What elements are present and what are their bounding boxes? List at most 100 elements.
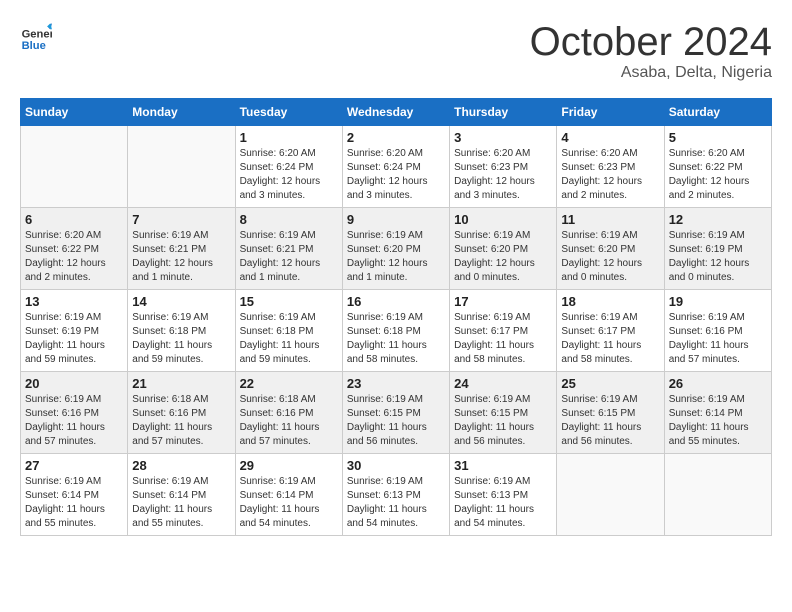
day-info: Sunrise: 6:20 AM Sunset: 6:24 PM Dayligh…	[240, 147, 338, 203]
day-info: Sunrise: 6:19 AM Sunset: 6:20 PM Dayligh…	[561, 229, 659, 285]
day-number: 10	[454, 212, 552, 227]
calendar-cell: 20 Sunrise: 6:19 AM Sunset: 6:16 PM Dayli…	[21, 372, 128, 454]
day-number: 1	[240, 130, 338, 145]
day-info: Sunrise: 6:19 AM Sunset: 6:17 PM Dayligh…	[454, 311, 552, 367]
day-number: 3	[454, 130, 552, 145]
calendar-cell: 22 Sunrise: 6:18 AM Sunset: 6:16 PM Dayli…	[235, 372, 342, 454]
calendar-cell: 7 Sunrise: 6:19 AM Sunset: 6:21 PM Daylig…	[128, 208, 235, 290]
calendar-week-row: 20 Sunrise: 6:19 AM Sunset: 6:16 PM Dayli…	[21, 372, 772, 454]
day-number: 18	[561, 294, 659, 309]
weekday-header-thursday: Thursday	[450, 99, 557, 126]
calendar-cell: 4 Sunrise: 6:20 AM Sunset: 6:23 PM Daylig…	[557, 126, 664, 208]
day-info: Sunrise: 6:20 AM Sunset: 6:23 PM Dayligh…	[454, 147, 552, 203]
calendar-cell: 9 Sunrise: 6:19 AM Sunset: 6:20 PM Daylig…	[342, 208, 449, 290]
day-number: 20	[25, 376, 123, 391]
calendar-cell: 18 Sunrise: 6:19 AM Sunset: 6:17 PM Dayli…	[557, 290, 664, 372]
calendar-cell: 10 Sunrise: 6:19 AM Sunset: 6:20 PM Dayli…	[450, 208, 557, 290]
calendar-cell: 1 Sunrise: 6:20 AM Sunset: 6:24 PM Daylig…	[235, 126, 342, 208]
day-info: Sunrise: 6:19 AM Sunset: 6:19 PM Dayligh…	[669, 229, 767, 285]
day-number: 21	[132, 376, 230, 391]
svg-text:General: General	[22, 29, 52, 41]
day-info: Sunrise: 6:19 AM Sunset: 6:18 PM Dayligh…	[240, 311, 338, 367]
calendar-cell: 26 Sunrise: 6:19 AM Sunset: 6:14 PM Dayli…	[664, 372, 771, 454]
day-info: Sunrise: 6:20 AM Sunset: 6:22 PM Dayligh…	[25, 229, 123, 285]
day-number: 23	[347, 376, 445, 391]
day-info: Sunrise: 6:19 AM Sunset: 6:17 PM Dayligh…	[561, 311, 659, 367]
logo-icon: General Blue	[20, 20, 52, 52]
title-block: October 2024 Asaba, Delta, Nigeria	[530, 20, 772, 82]
day-number: 11	[561, 212, 659, 227]
calendar-cell: 8Sunrise: 6:19 AM Sunset: 6:21 PM Daylig…	[235, 208, 342, 290]
day-number: 9	[347, 212, 445, 227]
day-info: Sunrise: 6:18 AM Sunset: 6:16 PM Dayligh…	[240, 393, 338, 449]
day-info: Sunrise: 6:19 AM Sunset: 6:14 PM Dayligh…	[132, 475, 230, 531]
weekday-header-monday: Monday	[128, 99, 235, 126]
day-number: 28	[132, 458, 230, 473]
calendar-cell: 15Sunrise: 6:19 AM Sunset: 6:18 PM Dayli…	[235, 290, 342, 372]
calendar-week-row: 1 Sunrise: 6:20 AM Sunset: 6:24 PM Daylig…	[21, 126, 772, 208]
location-title: Asaba, Delta, Nigeria	[530, 64, 772, 82]
day-number: 26	[669, 376, 767, 391]
weekday-header-saturday: Saturday	[664, 99, 771, 126]
day-info: Sunrise: 6:19 AM Sunset: 6:18 PM Dayligh…	[347, 311, 445, 367]
weekday-header-row: SundayMondayTuesdayWednesdayThursdayFrid…	[21, 99, 772, 126]
calendar-cell: 5Sunrise: 6:20 AM Sunset: 6:22 PM Daylig…	[664, 126, 771, 208]
day-number: 2	[347, 130, 445, 145]
calendar-cell: 11 Sunrise: 6:19 AM Sunset: 6:20 PM Dayli…	[557, 208, 664, 290]
day-number: 17	[454, 294, 552, 309]
day-info: Sunrise: 6:19 AM Sunset: 6:20 PM Dayligh…	[454, 229, 552, 285]
day-number: 7	[132, 212, 230, 227]
calendar-cell	[21, 126, 128, 208]
day-info: Sunrise: 6:19 AM Sunset: 6:20 PM Dayligh…	[347, 229, 445, 285]
calendar-cell: 23Sunrise: 6:19 AM Sunset: 6:15 PM Dayli…	[342, 372, 449, 454]
day-number: 31	[454, 458, 552, 473]
day-info: Sunrise: 6:19 AM Sunset: 6:16 PM Dayligh…	[25, 393, 123, 449]
weekday-header-wednesday: Wednesday	[342, 99, 449, 126]
day-info: Sunrise: 6:19 AM Sunset: 6:16 PM Dayligh…	[669, 311, 767, 367]
calendar-cell: 27Sunrise: 6:19 AM Sunset: 6:14 PM Dayli…	[21, 454, 128, 536]
page-header: General Blue October 2024 Asaba, Delta, …	[20, 20, 772, 82]
day-info: Sunrise: 6:19 AM Sunset: 6:13 PM Dayligh…	[347, 475, 445, 531]
day-info: Sunrise: 6:19 AM Sunset: 6:21 PM Dayligh…	[132, 229, 230, 285]
day-info: Sunrise: 6:19 AM Sunset: 6:19 PM Dayligh…	[25, 311, 123, 367]
day-info: Sunrise: 6:20 AM Sunset: 6:23 PM Dayligh…	[561, 147, 659, 203]
day-number: 4	[561, 130, 659, 145]
day-info: Sunrise: 6:19 AM Sunset: 6:14 PM Dayligh…	[25, 475, 123, 531]
calendar-cell: 12Sunrise: 6:19 AM Sunset: 6:19 PM Dayli…	[664, 208, 771, 290]
calendar-cell	[128, 126, 235, 208]
day-info: Sunrise: 6:19 AM Sunset: 6:14 PM Dayligh…	[669, 393, 767, 449]
day-number: 13	[25, 294, 123, 309]
calendar-cell: 30 Sunrise: 6:19 AM Sunset: 6:13 PM Dayli…	[342, 454, 449, 536]
day-info: Sunrise: 6:19 AM Sunset: 6:15 PM Dayligh…	[454, 393, 552, 449]
calendar-cell: 19Sunrise: 6:19 AM Sunset: 6:16 PM Dayli…	[664, 290, 771, 372]
calendar-cell: 6 Sunrise: 6:20 AM Sunset: 6:22 PM Daylig…	[21, 208, 128, 290]
calendar-cell: 28 Sunrise: 6:19 AM Sunset: 6:14 PM Dayli…	[128, 454, 235, 536]
calendar-cell: 31 Sunrise: 6:19 AM Sunset: 6:13 PM Dayli…	[450, 454, 557, 536]
weekday-header-sunday: Sunday	[21, 99, 128, 126]
weekday-header-friday: Friday	[557, 99, 664, 126]
day-number: 25	[561, 376, 659, 391]
calendar-cell: 13 Sunrise: 6:19 AM Sunset: 6:19 PM Dayli…	[21, 290, 128, 372]
day-number: 30	[347, 458, 445, 473]
calendar-cell: 16Sunrise: 6:19 AM Sunset: 6:18 PM Dayli…	[342, 290, 449, 372]
calendar-cell: 21 Sunrise: 6:18 AM Sunset: 6:16 PM Dayli…	[128, 372, 235, 454]
day-info: Sunrise: 6:20 AM Sunset: 6:24 PM Dayligh…	[347, 147, 445, 203]
calendar-cell: 3 Sunrise: 6:20 AM Sunset: 6:23 PM Daylig…	[450, 126, 557, 208]
calendar-cell: 14 Sunrise: 6:19 AM Sunset: 6:18 PM Dayli…	[128, 290, 235, 372]
calendar-cell	[664, 454, 771, 536]
day-info: Sunrise: 6:19 AM Sunset: 6:18 PM Dayligh…	[132, 311, 230, 367]
day-number: 14	[132, 294, 230, 309]
calendar-week-row: 13 Sunrise: 6:19 AM Sunset: 6:19 PM Dayli…	[21, 290, 772, 372]
day-info: Sunrise: 6:19 AM Sunset: 6:13 PM Dayligh…	[454, 475, 552, 531]
day-number: 22	[240, 376, 338, 391]
calendar-cell: 24Sunrise: 6:19 AM Sunset: 6:15 PM Dayli…	[450, 372, 557, 454]
day-number: 6	[25, 212, 123, 227]
day-info: Sunrise: 6:19 AM Sunset: 6:14 PM Dayligh…	[240, 475, 338, 531]
calendar-cell	[557, 454, 664, 536]
calendar-cell: 25 Sunrise: 6:19 AM Sunset: 6:15 PM Dayli…	[557, 372, 664, 454]
month-title: October 2024	[530, 20, 772, 64]
day-info: Sunrise: 6:19 AM Sunset: 6:15 PM Dayligh…	[561, 393, 659, 449]
calendar-cell: 17 Sunrise: 6:19 AM Sunset: 6:17 PM Dayli…	[450, 290, 557, 372]
day-info: Sunrise: 6:18 AM Sunset: 6:16 PM Dayligh…	[132, 393, 230, 449]
logo: General Blue	[20, 20, 52, 52]
